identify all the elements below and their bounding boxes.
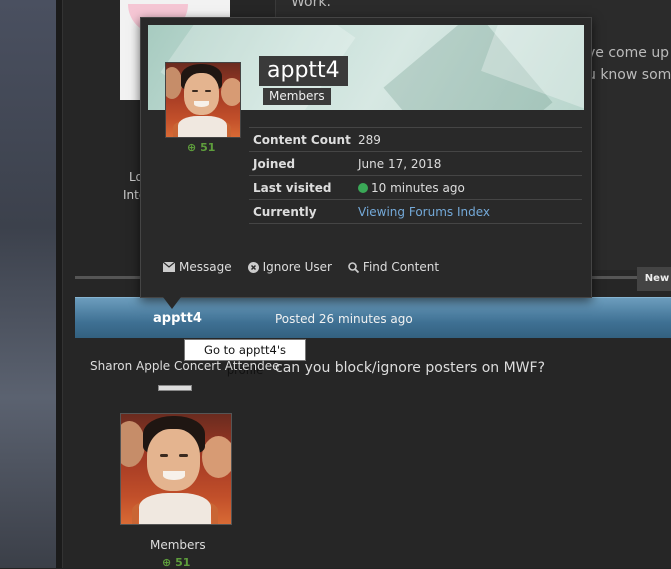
hovercard-actions: Message Ignore User Find Content — [163, 260, 439, 274]
ignore-user-button[interactable]: Ignore User — [247, 260, 332, 274]
previous-post-text: Work. — [291, 0, 331, 10]
post-content: can you block/ignore posters on MWF? — [275, 360, 546, 376]
background-photo — [0, 0, 62, 568]
hovercard-stats: Content Count 289 Joined June 17, 2018 L… — [249, 127, 582, 224]
stat-content-count: Content Count 289 — [249, 127, 582, 151]
times-circle-icon — [247, 261, 259, 273]
stat-joined: Joined June 17, 2018 — [249, 151, 582, 175]
plus-circle-icon: ⊕ — [187, 141, 197, 154]
profile-tooltip: Go to apptt4's profile — [184, 339, 306, 377]
previous-post-text: ve come up w — [587, 45, 671, 61]
stat-last-visited: Last visited 10 minutes ago — [249, 175, 582, 199]
search-icon — [348, 261, 359, 273]
post-author-reputation: ⊕ 51 — [162, 556, 191, 569]
post-author-group: Members — [150, 538, 206, 552]
stat-currently: Currently Viewing Forums Index — [249, 199, 582, 224]
hovercard-reputation: ⊕ 51 — [187, 141, 216, 154]
post-timestamp[interactable]: Posted 26 minutes ago — [275, 312, 413, 326]
hovercard-pointer — [163, 297, 181, 309]
user-hovercard: apptt4 Members ⊕ 51 Content Count 289 Jo… — [140, 17, 592, 309]
previous-post-text: u know some — [587, 67, 671, 83]
envelope-icon — [163, 262, 175, 272]
hovercard-avatar[interactable] — [165, 62, 241, 138]
post-author-link[interactable]: apptt4 — [153, 311, 202, 326]
plus-circle-icon: ⊕ — [162, 556, 172, 569]
message-button[interactable]: Message — [163, 260, 232, 274]
currently-location-link[interactable]: Viewing Forums Index — [358, 205, 490, 219]
rank-bar — [158, 385, 192, 391]
post-author-avatar[interactable] — [120, 413, 232, 525]
user-title: Sharon Apple Concert Attendee — [90, 359, 280, 373]
find-content-button[interactable]: Find Content — [348, 260, 439, 274]
online-status-icon — [358, 183, 368, 193]
hovercard-group: Members — [263, 88, 331, 105]
new-reply-button[interactable]: New — [637, 267, 671, 291]
hovercard-username[interactable]: apptt4 — [259, 56, 348, 86]
